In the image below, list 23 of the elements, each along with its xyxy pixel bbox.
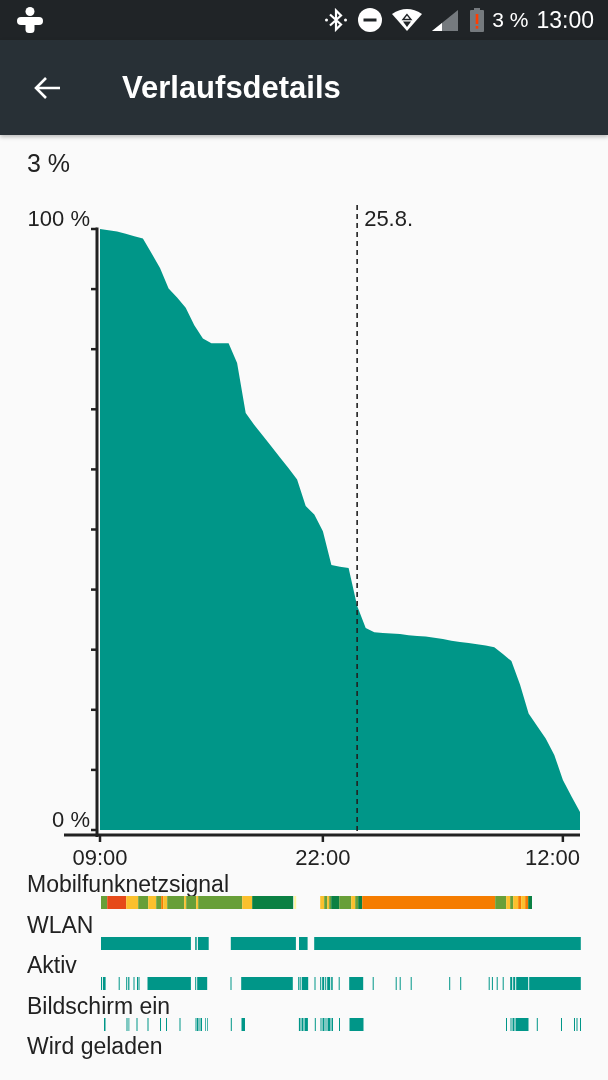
battery-icon (470, 8, 485, 32)
y-axis-label: 0 % (52, 807, 90, 832)
date-marker-label: 25.8. (364, 206, 414, 231)
timeline-label: Wird geladen (27, 1034, 163, 1058)
bluetooth-icon (325, 8, 348, 32)
app-notification-icon (17, 7, 43, 33)
page-title: Verlaufsdetails (122, 69, 341, 106)
do-not-disturb-icon (358, 8, 383, 32)
timeline-label: Bildschirm ein (27, 993, 171, 1018)
y-axis-label: 100 % (27, 206, 90, 231)
battery-level-text: 3 % (26, 148, 71, 178)
x-axis-label: 12:00 (524, 845, 580, 870)
x-axis-label: 22:00 (295, 845, 351, 870)
arrow-left-icon (33, 75, 61, 100)
cell-signal-icon (432, 9, 459, 31)
timeline-label: Aktiv (27, 953, 77, 977)
timeline-label: Mobilfunknetzsignal (27, 872, 229, 896)
back-button[interactable] (33, 75, 61, 100)
timeline-label: WLAN (27, 912, 94, 937)
x-axis-label: 09:00 (72, 845, 128, 870)
wifi-icon (392, 9, 423, 31)
status-battery-text: 3 % (492, 8, 529, 32)
status-time: 13:00 (536, 6, 594, 34)
